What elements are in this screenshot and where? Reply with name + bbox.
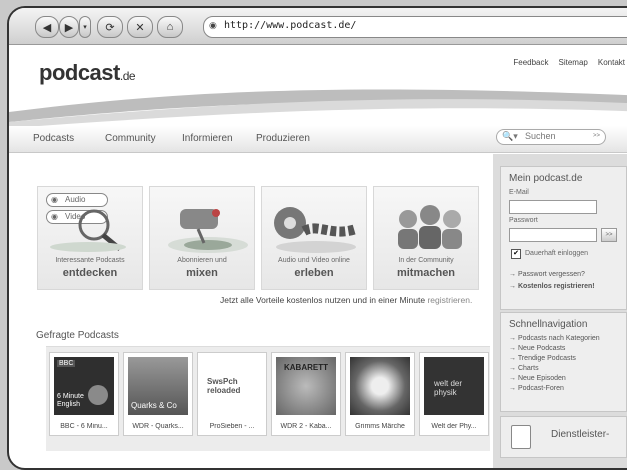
home-button[interactable]: ⌂: [157, 16, 183, 38]
stop-button[interactable]: ✕: [127, 16, 153, 38]
document-icon: [511, 425, 531, 449]
nav-community[interactable]: Community: [105, 133, 156, 144]
register-tagline: Jetzt alle Vorteile kostenlos nutzen und…: [220, 295, 472, 305]
remember-label: Dauerhaft einloggen: [525, 250, 589, 257]
tagline-text: Jetzt alle Vorteile kostenlos nutzen und…: [220, 295, 426, 305]
register-link[interactable]: registrieren.: [427, 295, 472, 305]
login-box: Mein podcast.de E-Mail Passwort >> ✔ Dau…: [500, 166, 627, 310]
audio-pill-icon: ◉: [51, 195, 58, 204]
quicknav-item[interactable]: → Trendige Podcasts: [509, 355, 576, 362]
podcast-cover: welt der physik: [424, 357, 484, 415]
feature-tile-mixen[interactable]: Abonnieren und mixen: [149, 186, 255, 290]
podcast-caption: BBC - 6 Minu...: [60, 423, 108, 430]
email-label: E-Mail: [509, 189, 529, 196]
podcast-cover: BBC 6 Minute English: [54, 357, 114, 415]
header-swoosh: [9, 89, 627, 128]
podcast-card[interactable]: SwsPch reloaded ProSieben - ...: [197, 352, 267, 436]
mixer-illustration: [168, 209, 248, 253]
podcast-card[interactable]: BBC 6 Minute English BBC - 6 Minu...: [49, 352, 119, 436]
remember-checkbox[interactable]: ✔: [511, 249, 521, 259]
podcast-card[interactable]: welt der physik Welt der Phy...: [419, 352, 489, 436]
top-links: Feedback Sitemap Kontakt: [513, 58, 625, 67]
podcast-card[interactable]: KABARETT WDR 2 - Kaba...: [271, 352, 341, 436]
people-illustration: [398, 205, 462, 249]
forward-button[interactable]: ▶: [59, 16, 79, 38]
podcast-caption: WDR 2 - Kaba...: [280, 423, 332, 430]
search-icon: 🔍▾: [502, 131, 518, 141]
browser-window: ◀ ▶ ▾ ⟳ ✕ ⌂ ◉ http://www.podcast.de/ pod…: [7, 6, 627, 470]
nav-informieren[interactable]: Informieren: [182, 133, 233, 144]
podcast-cover: [350, 357, 410, 415]
browser-toolbar: ◀ ▶ ▾ ⟳ ✕ ⌂ ◉ http://www.podcast.de/: [9, 8, 627, 45]
film-illustration: [274, 207, 358, 253]
cover-text: SwsPch reloaded: [207, 377, 241, 395]
forgot-password-link[interactable]: → Passwort vergessen?: [509, 271, 585, 278]
dienstleister-title: Dienstleister-: [551, 429, 610, 440]
quicknav-item[interactable]: → Charts: [509, 365, 539, 372]
feature-tile-mitmachen[interactable]: In der Community mitmachen: [373, 186, 479, 290]
password-field[interactable]: [509, 228, 597, 242]
feature-small-label: In der Community: [398, 257, 454, 264]
quicknav-item[interactable]: → Podcast-Foren: [509, 385, 564, 392]
feature-big-label: mixen: [186, 267, 218, 279]
register-free-link[interactable]: → Kostenlos registrieren!: [509, 283, 595, 290]
bbc-badge: BBC: [57, 360, 76, 367]
feedback-link[interactable]: Feedback: [513, 58, 548, 67]
password-label: Passwort: [509, 217, 538, 224]
magnifier-illustration: [50, 209, 126, 252]
url-text: http://www.podcast.de/: [224, 20, 357, 31]
podcast-card[interactable]: Grimms Märche: [345, 352, 415, 436]
apple-graphic: [88, 385, 108, 405]
podcast-caption: ProSieben - ...: [209, 423, 255, 430]
login-title: Mein podcast.de: [509, 173, 583, 184]
section-title-gefragte-podcasts: Gefragte Podcasts: [36, 330, 119, 341]
podcast-caption: Welt der Phy...: [431, 423, 477, 430]
feature-small-label: Interessante Podcasts: [55, 257, 125, 264]
podcast-card[interactable]: Quarks & Co WDR - Quarks...: [123, 352, 193, 436]
feature-big-label: erleben: [294, 267, 334, 279]
dropdown-button[interactable]: ▾: [79, 16, 91, 38]
search-input[interactable]: 🔍▾ Suchen >>: [496, 129, 606, 145]
podcast-cover: SwsPch reloaded: [202, 357, 262, 415]
cover-text: welt der physik: [434, 379, 463, 397]
quicknav-title: Schnellnavigation: [509, 319, 588, 330]
cover-text: 6 Minute English: [57, 393, 84, 408]
quicknav-item[interactable]: → Neue Episoden: [509, 375, 566, 382]
url-bar[interactable]: ◉ http://www.podcast.de/: [203, 16, 627, 38]
feature-small-label: Audio und Video online: [278, 257, 350, 264]
dienstleister-box: Dienstleister-: [500, 416, 627, 458]
search-go-button[interactable]: >>: [593, 133, 600, 139]
logo-suffix: .de: [119, 69, 136, 83]
cover-text: Quarks & Co: [131, 401, 177, 410]
quicknav-item[interactable]: → Neue Podcasts: [509, 345, 565, 352]
podcast-cover: KABARETT: [276, 357, 336, 415]
nav-podcasts[interactable]: Podcasts: [33, 133, 74, 144]
feature-tile-entdecken[interactable]: ◉ Audio ◉ Video Interessante Podcasts entd…: [37, 186, 143, 290]
podcast-caption: Grimms Märche: [355, 423, 405, 430]
cover-text: KABARETT: [284, 363, 328, 372]
quicknav-item[interactable]: → Podcasts nach Kategorien: [509, 335, 600, 342]
nav-produzieren[interactable]: Produzieren: [256, 133, 310, 144]
reload-button[interactable]: ⟳: [97, 16, 123, 38]
feature-small-label: Abonnieren und: [177, 257, 227, 264]
search-placeholder: Suchen: [525, 131, 556, 141]
kontakt-link[interactable]: Kontakt: [598, 58, 625, 67]
login-submit-button[interactable]: >>: [601, 228, 617, 242]
quicknav-box: Schnellnavigation → Podcasts nach Katego…: [500, 312, 627, 412]
feature-big-label: mitmachen: [396, 267, 456, 279]
audio-pill[interactable]: ◉ Audio: [46, 193, 108, 207]
sitemap-link[interactable]: Sitemap: [559, 58, 588, 67]
email-field[interactable]: [509, 200, 597, 214]
podcast-caption: WDR - Quarks...: [132, 423, 184, 430]
site-icon: ◉: [209, 20, 217, 30]
feature-big-label: entdecken: [62, 267, 118, 279]
podcast-cover: Quarks & Co: [128, 357, 188, 415]
back-button[interactable]: ◀: [35, 16, 59, 38]
feature-tile-erleben[interactable]: Audio und Video online erleben: [261, 186, 367, 290]
